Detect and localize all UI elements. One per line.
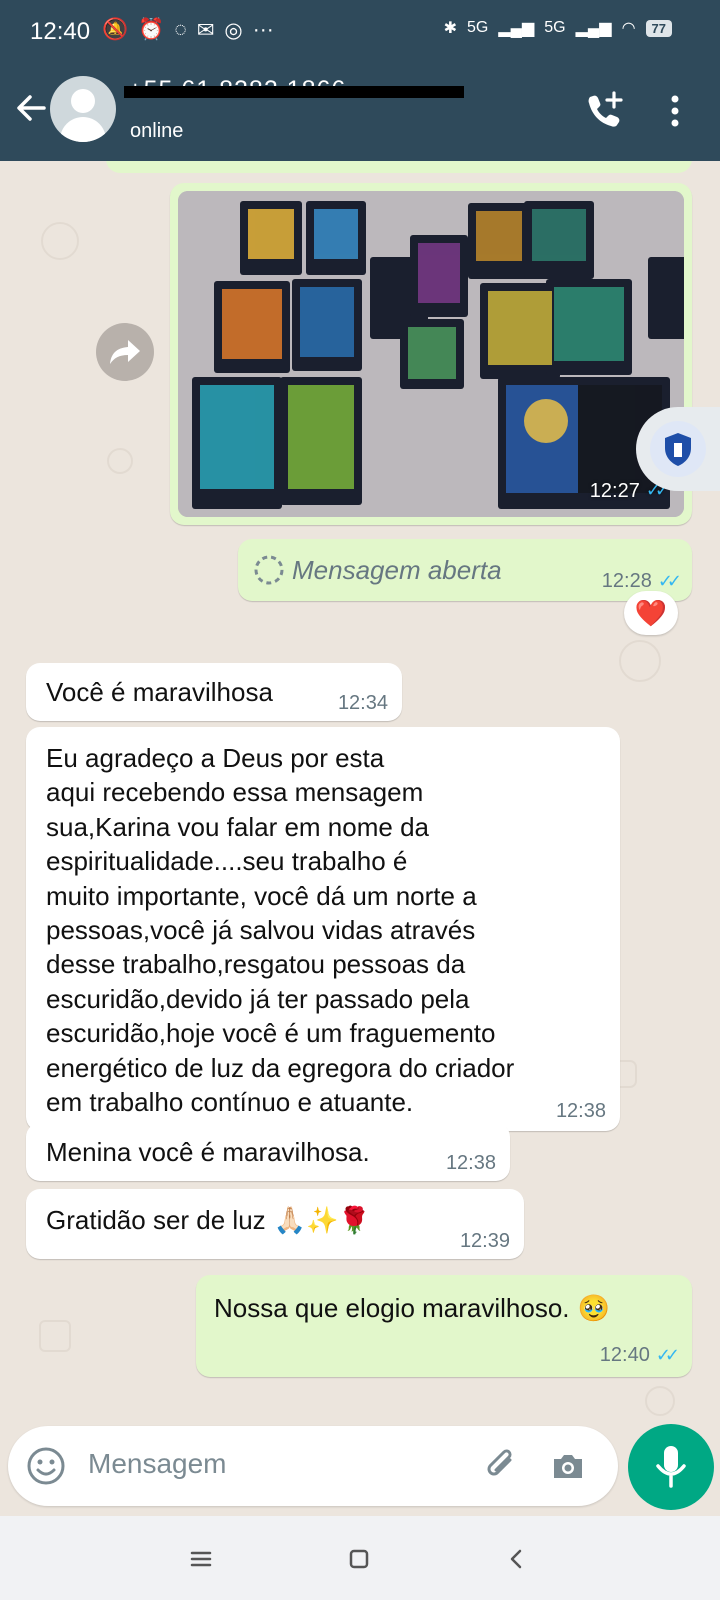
status-bar: 12:40 🔕 ⏰ ◌ ✉ ◎ ··· ✱ 5G ▂▄▆ 5G ▂▄▆ ◠ 77 — [0, 0, 720, 64]
redaction-bar — [124, 86, 464, 98]
opened-label: Mensagem aberta — [292, 555, 502, 585]
shield-icon — [665, 433, 691, 466]
tarot-cards-image — [178, 191, 684, 517]
message-text: Você é maravilhosa — [46, 677, 273, 707]
message-text: Nossa que elogio maravilhoso. — [214, 1293, 570, 1323]
battery-icon: 77 — [645, 19, 672, 37]
forward-button[interactable] — [96, 323, 154, 381]
tarot-photo[interactable] — [178, 191, 684, 517]
whatsapp-icon: ◌ — [174, 18, 187, 41]
status-time: 12:40 — [30, 18, 91, 45]
read-ticks-icon: ✓✓ — [655, 1345, 680, 1365]
notification-icons: 🔕 ⏰ ◌ ✉ ◎ ··· — [102, 18, 274, 43]
previous-message-edge — [106, 161, 692, 173]
image-message[interactable]: 12:27 ✓✓ — [170, 183, 692, 525]
message-time: 12:38 — [555, 1100, 606, 1122]
voice-message-button[interactable] — [628, 1424, 714, 1510]
message-text: Gratidão ser de luz — [46, 1205, 266, 1235]
notifications-off-icon: 🔕 — [102, 18, 129, 41]
signal-label-1: 5G — [466, 19, 489, 36]
image-timestamp: 12:27 ✓✓ — [589, 480, 670, 502]
read-ticks-icon: ✓✓ — [657, 571, 682, 591]
floating-shield-button[interactable] — [636, 407, 720, 491]
back-nav-icon[interactable] — [500, 1542, 534, 1576]
message-composer[interactable]: Mensagem — [8, 1426, 618, 1506]
reaction-badge[interactable]: ❤️ — [624, 591, 678, 635]
message-time: 12:34 — [337, 692, 388, 714]
opened-message[interactable]: Mensagem aberta 12:28 ✓✓ — [238, 539, 692, 601]
incoming-message[interactable]: Menina você é maravilhosa. 12:38 — [26, 1123, 510, 1181]
signal-icon: ▂▄▆ — [575, 20, 612, 37]
forward-icon — [110, 340, 140, 364]
attach-icon[interactable] — [482, 1446, 522, 1486]
signal-label-2: 5G — [544, 19, 566, 36]
alarm-icon: ⏰ — [138, 18, 165, 41]
top-bar: 12:40 🔕 ⏰ ◌ ✉ ◎ ··· ✱ 5G ▂▄▆ 5G ▂▄▆ ◠ 77… — [0, 0, 720, 161]
microphone-icon — [656, 1446, 686, 1488]
message-time: 12:38 — [445, 1152, 496, 1174]
instagram-icon: ◎ — [224, 19, 243, 42]
recent-apps-icon[interactable] — [184, 1542, 218, 1576]
system-navigation-bar — [0, 1516, 720, 1600]
message-input[interactable]: Mensagem — [88, 1448, 227, 1480]
camera-icon[interactable] — [548, 1446, 588, 1486]
message-text: Eu agradeço a Deus por esta aqui receben… — [46, 743, 515, 1118]
incoming-message[interactable]: Eu agradeço a Deus por esta aqui receben… — [26, 727, 620, 1131]
bluetooth-icon: ✱ — [443, 20, 457, 37]
more-vert-icon[interactable] — [668, 94, 682, 128]
avatar[interactable] — [50, 76, 116, 142]
add-call-icon[interactable] — [584, 90, 624, 130]
message-text-row: Nossa que elogio maravilhoso. 🥹 — [214, 1291, 610, 1325]
wifi-icon: ◠ — [621, 20, 636, 37]
incoming-message[interactable]: Você é maravilhosa 12:34 — [26, 663, 402, 721]
emoji-sequence: 🙏🏻✨🌹 — [273, 1205, 371, 1235]
presence-status: online — [130, 120, 184, 142]
emoji: 🥹 — [577, 1293, 610, 1323]
back-arrow-icon[interactable] — [12, 90, 48, 126]
incoming-message[interactable]: Gratidão ser de luz 🙏🏻✨🌹 12:39 — [26, 1189, 524, 1259]
message-meta: 12:28 ✓✓ — [601, 570, 682, 592]
gmail-icon: ✉ — [196, 19, 215, 42]
outgoing-message[interactable]: Nossa que elogio maravilhoso. 🥹 12:40 ✓✓ — [196, 1275, 692, 1377]
system-icons: ✱ 5G ▂▄▆ 5G ▂▄▆ ◠ 77 — [444, 18, 672, 38]
signal-icon: ▂▄▆ — [498, 20, 535, 37]
message-text-row: Gratidão ser de luz 🙏🏻✨🌹 — [46, 1203, 371, 1237]
emoji-icon[interactable] — [26, 1446, 66, 1486]
home-icon[interactable] — [342, 1542, 376, 1576]
chat-area[interactable]: 12:27 ✓✓ Mensagem aberta 12:28 ✓✓ ❤️ Você … — [0, 161, 720, 1516]
message-time: 12:39 — [459, 1230, 510, 1252]
more-icon: ··· — [252, 18, 274, 41]
message-text: Menina você é maravilhosa. — [46, 1137, 370, 1167]
message-meta: 12:40 ✓✓ — [599, 1344, 680, 1366]
view-once-icon — [254, 555, 284, 585]
